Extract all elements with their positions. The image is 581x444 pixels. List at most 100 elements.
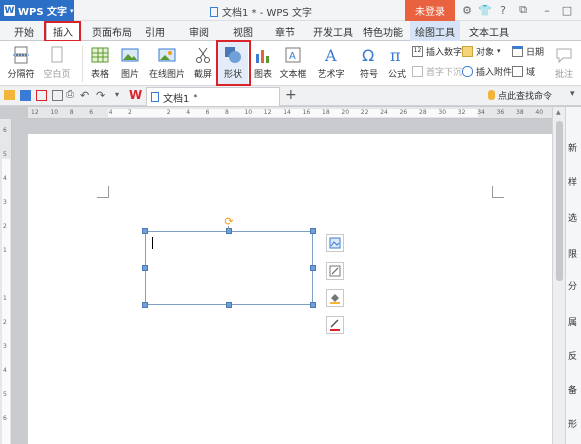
ruler-tick-label: 30 [438,109,447,116]
dropcap-button[interactable]: 首字下沉 [412,64,462,78]
ruler-tick-label: 20 [341,109,350,116]
tab-page-layout[interactable]: 页面布局 [90,21,134,41]
task-pane-new[interactable]: 新 [568,141,581,154]
comment-button[interactable]: 批注 [550,41,578,86]
chevron-down-icon[interactable]: ▾ [570,89,575,99]
tab-chapter[interactable]: 章节 [270,21,300,41]
online-picture-button[interactable]: 在线图片 [148,41,186,86]
picture-button[interactable]: 图片 [116,41,144,86]
margin-corner-mark [492,186,504,198]
resize-handle-left[interactable] [142,265,148,271]
online-picture-label: 在线图片 [148,70,185,80]
chevron-down-icon[interactable]: ▾ [115,90,119,99]
login-button[interactable]: 未登录 [405,0,455,21]
task-pane-properties[interactable]: 属 [568,315,581,328]
symbol-button[interactable]: Ω 符号 [356,41,382,86]
shirt-icon[interactable]: 👕 [478,3,492,17]
shape-edit-button[interactable] [326,262,344,280]
wps-home-icon[interactable]: W [129,88,142,102]
ruler-tick-label: 38 [516,109,524,116]
lightbulb-icon [488,90,495,100]
field-button[interactable]: 域 [512,64,535,78]
document-tab[interactable]: 文档1 * [146,87,280,106]
task-pane-sidebar: 新 样 选 限 分 属 反 备 形 [565,107,581,444]
comment-icon [556,48,572,64]
resize-handle-top-right[interactable] [310,228,316,234]
print-icon[interactable] [52,90,63,101]
resize-handle-top[interactable] [226,228,232,234]
tab-drawing-tools[interactable]: 绘图工具 [410,21,460,41]
resize-handle-bottom[interactable] [226,302,232,308]
insert-number-label: 插入数字 [426,47,463,58]
rotate-handle-icon[interactable]: ⟳ [223,215,235,228]
outline-color-button[interactable] [326,316,344,334]
symbol-label: 符号 [359,70,378,80]
task-pane-shape[interactable]: 形 [568,417,581,430]
object-button[interactable]: 对象 ▾ [462,44,501,58]
settings-icon[interactable]: ⚙ [460,3,474,17]
tab-references[interactable]: 引用 [140,21,170,41]
screenshot-button[interactable]: 截屏 [190,41,216,86]
redo-icon[interactable]: ↷ [96,89,105,102]
textbox-button[interactable]: A 文本框 [276,41,310,86]
scrollbar-thumb[interactable] [556,121,563,281]
page-break-button[interactable]: 分隔符 [4,41,38,86]
wordart-button[interactable]: A 艺术字 [314,41,348,86]
resize-handle-top-left[interactable] [142,228,148,234]
new-tab-icon[interactable]: + [285,87,297,103]
help-icon[interactable]: ? [496,3,510,17]
tab-special[interactable]: 特色功能 [360,21,406,41]
svg-text:A: A [324,46,337,64]
resize-handle-bottom-right[interactable] [310,302,316,308]
vertical-scrollbar[interactable]: ▲ [552,107,565,444]
tab-text-tools[interactable]: 文本工具 [464,21,514,41]
layout-options-button[interactable] [326,234,344,252]
maximize-icon[interactable]: □ [560,3,574,17]
textbox-label: 文本框 [279,70,307,80]
chart-button[interactable]: 图表 [252,41,274,86]
text-cursor [152,237,153,249]
task-pane-select[interactable]: 选 [568,211,581,224]
field-label: 域 [526,67,536,78]
task-pane-share[interactable]: 分 [568,279,581,292]
pen-icon [330,319,340,331]
minimize-icon[interactable]: – [540,3,554,17]
screenshot-label: 截屏 [193,70,212,80]
tab-view[interactable]: 视图 [228,21,258,41]
command-search[interactable]: 点此查找命令 [498,89,552,102]
undo-icon[interactable]: ↶ [80,89,89,102]
date-button[interactable]: 日期 [512,44,544,58]
task-pane-backup[interactable]: 备 [568,383,581,396]
task-pane-feedback[interactable]: 反 [568,349,581,362]
table-label: 表格 [90,70,109,80]
resize-handle-right[interactable] [310,265,316,271]
save-icon[interactable] [20,90,31,101]
insert-number-button[interactable]: 12 插入数字 [412,44,462,58]
vertical-ruler[interactable]: 6 5 4 3 2 1 1 2 3 4 5 6 [0,119,12,444]
export-pdf-icon[interactable] [36,90,47,101]
tab-developer[interactable]: 开发工具 [310,21,356,41]
inserted-rectangle-shape[interactable] [145,231,313,305]
resize-handle-bottom-left[interactable] [142,302,148,308]
ruler-tick-label: 8 [69,109,74,116]
blank-page-icon [51,46,63,63]
open-folder-icon[interactable] [4,90,15,100]
attachment-button[interactable]: 插入附件 [462,64,512,78]
blank-page-button[interactable]: 空白页 [40,41,74,86]
task-pane-limit[interactable]: 限 [568,247,581,260]
print-preview-icon[interactable]: ⎙ [66,89,74,100]
fill-color-button[interactable] [326,289,344,307]
scroll-up-icon[interactable]: ▲ [556,109,561,116]
horizontal-ruler[interactable]: 12 10 8 6 4 2 2 4 6 8 10 12 14 16 18 20 22 24 26 28 30 32 34 36… [28,107,552,119]
task-pane-style[interactable]: 样 [568,175,581,188]
tab-home[interactable]: 开始 [6,21,42,41]
restore-icon[interactable]: ⧉ [516,3,530,17]
formula-button[interactable]: π 公式 [384,41,410,86]
app-menu-button[interactable]: W WPS 文字 ▾ [0,0,74,21]
picture-icon [121,48,139,62]
tab-review[interactable]: 审阅 [184,21,214,41]
paperclip-icon [462,65,473,77]
table-button[interactable]: 表格 [88,41,112,86]
ruler-tick-label: 24 [380,109,388,116]
number-icon: 12 [412,45,423,57]
